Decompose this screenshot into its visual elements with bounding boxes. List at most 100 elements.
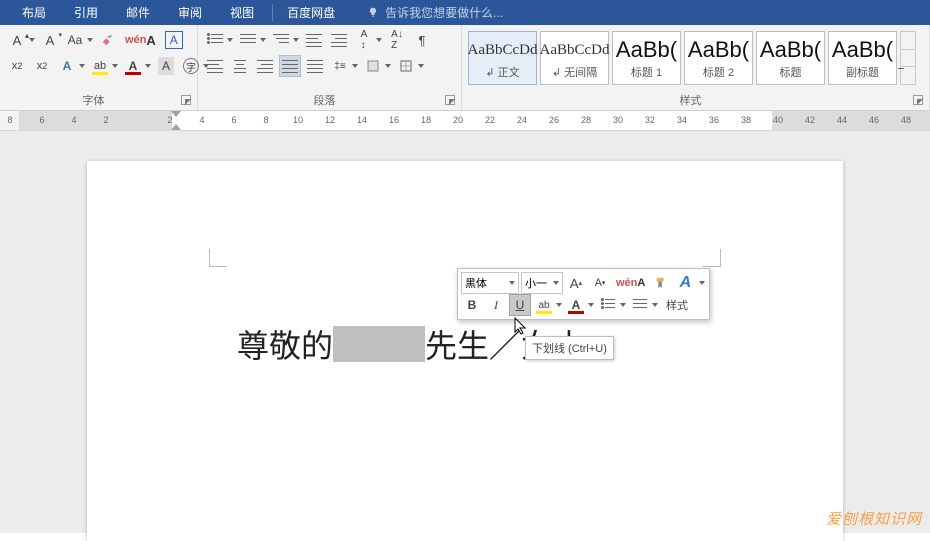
mini-numbering-dd[interactable]: [651, 294, 659, 316]
mini-bold-button[interactable]: B: [461, 294, 483, 316]
mini-clear-format-icon[interactable]: A: [674, 272, 696, 294]
increase-font-icon[interactable]: A▴: [6, 29, 28, 51]
mini-clear-dd[interactable]: [698, 272, 706, 294]
ribbon: A▴ A▾ Aa wénA A x2 x2 A ab A A 字 字体: [0, 25, 930, 111]
mini-toolbar: 黑体 小一 A▴ A▾ wénA A B I U ab A 样式: [457, 268, 710, 320]
change-case-icon[interactable]: Aa: [64, 29, 86, 51]
subscript-icon[interactable]: x2: [6, 55, 28, 77]
mini-format-painter-icon[interactable]: [650, 272, 672, 294]
clear-format-icon[interactable]: [97, 29, 119, 51]
para-dialog-launcher[interactable]: [445, 95, 455, 105]
decrease-font-icon[interactable]: A▾: [39, 29, 61, 51]
styles-expand[interactable]: [901, 67, 915, 84]
line-spacing-icon[interactable]: ‡≡: [329, 55, 351, 77]
style-tile[interactable]: AaBb(标题 1: [612, 31, 681, 85]
mini-fc-dd[interactable]: [587, 294, 595, 316]
char-border-icon[interactable]: A: [162, 29, 186, 51]
style-tile[interactable]: AaBb(标题: [756, 31, 825, 85]
superscript-icon[interactable]: x2: [31, 55, 53, 77]
page[interactable]: 尊敬的 先生／女士 黑体 小一 A▴ A▾ wénA A B I U ab A: [87, 161, 843, 541]
style-tile[interactable]: AaBbCcDd↲ 正文: [468, 31, 537, 85]
numbering-icon[interactable]: [237, 29, 259, 51]
styles-scroll-down[interactable]: [901, 50, 915, 68]
mini-underline-button[interactable]: U: [509, 294, 531, 316]
font-color-icon[interactable]: A: [122, 55, 144, 77]
text-dir-dd[interactable]: [375, 29, 383, 51]
mini-numbering-icon[interactable]: [629, 294, 651, 316]
bullets-dd[interactable]: [226, 29, 234, 51]
mini-highlight-icon[interactable]: ab: [533, 294, 555, 316]
menu-view[interactable]: 视图: [216, 4, 268, 21]
selected-text-placeholder[interactable]: [333, 326, 425, 362]
highlight-icon[interactable]: ab: [89, 55, 111, 77]
shading-icon[interactable]: [362, 55, 384, 77]
para-group-label: 段落: [204, 92, 445, 108]
styles-dialog-launcher[interactable]: [913, 95, 923, 105]
mini-styles-button[interactable]: 样式: [661, 294, 693, 316]
bullets-icon[interactable]: [204, 29, 226, 51]
text-direction-icon[interactable]: A↕: [353, 29, 375, 51]
borders-icon[interactable]: [395, 55, 417, 77]
mini-phonetic-icon[interactable]: wénA: [613, 272, 648, 294]
style-tile[interactable]: AaBb(副标题: [828, 31, 897, 85]
mini-italic-button[interactable]: I: [485, 294, 507, 316]
tell-me-search[interactable]: 告诉我您想要做什么...: [367, 4, 503, 21]
mini-font-color-icon[interactable]: A: [565, 294, 587, 316]
mini-highlight-dd[interactable]: [555, 294, 563, 316]
borders-dd[interactable]: [417, 55, 425, 77]
line-spacing-dd[interactable]: [351, 55, 359, 77]
ruler-number: 36: [709, 115, 719, 125]
menu-references[interactable]: 引用: [60, 4, 112, 21]
ruler-number: 18: [421, 115, 431, 125]
increase-indent-icon[interactable]: [328, 29, 350, 51]
ruler-number: 48: [901, 115, 911, 125]
multilevel-icon[interactable]: [270, 29, 292, 51]
align-right-icon[interactable]: [254, 55, 276, 77]
char-shading-icon[interactable]: A: [155, 55, 177, 77]
decrease-indent-icon[interactable]: [303, 29, 325, 51]
menu-layout[interactable]: 布局: [8, 4, 60, 21]
ruler-number: 24: [517, 115, 527, 125]
highlight-dd[interactable]: [111, 55, 119, 77]
mini-bullets-icon[interactable]: [597, 294, 619, 316]
align-justify-icon[interactable]: [279, 55, 301, 77]
style-tile[interactable]: AaBbCcDd↲ 无间隔: [540, 31, 609, 85]
mini-grow-font-icon[interactable]: A▴: [565, 272, 587, 294]
change-case-dd[interactable]: [86, 29, 94, 51]
ruler-track[interactable]: 8642246810121416182022242628303234363840…: [20, 111, 930, 130]
show-marks-icon[interactable]: ¶: [411, 29, 433, 51]
mini-bullets-dd[interactable]: [619, 294, 627, 316]
menu-review[interactable]: 审阅: [164, 4, 216, 21]
font-color-dd[interactable]: [144, 55, 152, 77]
increase-font-dd[interactable]: [28, 29, 36, 51]
styles-gallery: AaBbCcDd↲ 正文AaBbCcDd↲ 无间隔AaBb(标题 1AaBb(标…: [468, 29, 923, 87]
font-dialog-launcher[interactable]: [181, 95, 191, 105]
sort-icon[interactable]: A↓Z: [386, 29, 408, 51]
phonetic-guide-icon[interactable]: wénA: [122, 29, 159, 51]
style-name: 副标题: [846, 64, 879, 80]
ruler-number: 2: [167, 115, 172, 125]
ruler-number: 2: [103, 115, 108, 125]
document-area[interactable]: 尊敬的 先生／女士 黑体 小一 A▴ A▾ wénA A B I U ab A: [0, 131, 930, 533]
mini-font-combo[interactable]: 黑体: [461, 272, 519, 294]
enclose-char-icon[interactable]: 字: [180, 55, 202, 77]
shading-dd[interactable]: [384, 55, 392, 77]
ruler-number: 44: [837, 115, 847, 125]
horizontal-ruler[interactable]: 8642246810121416182022242628303234363840…: [0, 111, 930, 131]
align-distributed-icon[interactable]: [304, 55, 326, 77]
text-effects-dd[interactable]: [78, 55, 86, 77]
style-preview: AaBb(: [760, 36, 821, 64]
style-name: 标题: [780, 64, 802, 80]
style-preview: AaBb(: [688, 36, 749, 64]
multilevel-dd[interactable]: [292, 29, 300, 51]
mini-shrink-font-icon[interactable]: A▾: [589, 272, 611, 294]
mini-size-combo[interactable]: 小一: [521, 272, 563, 294]
menu-mailings[interactable]: 邮件: [112, 4, 164, 21]
style-tile[interactable]: AaBb(标题 2: [684, 31, 753, 85]
menu-baidu-netdisk[interactable]: 百度网盘: [272, 4, 349, 21]
align-left-icon[interactable]: [204, 55, 226, 77]
align-center-icon[interactable]: [229, 55, 251, 77]
numbering-dd[interactable]: [259, 29, 267, 51]
text-effects-icon[interactable]: A: [56, 55, 78, 77]
styles-scroll-up[interactable]: [901, 32, 915, 50]
